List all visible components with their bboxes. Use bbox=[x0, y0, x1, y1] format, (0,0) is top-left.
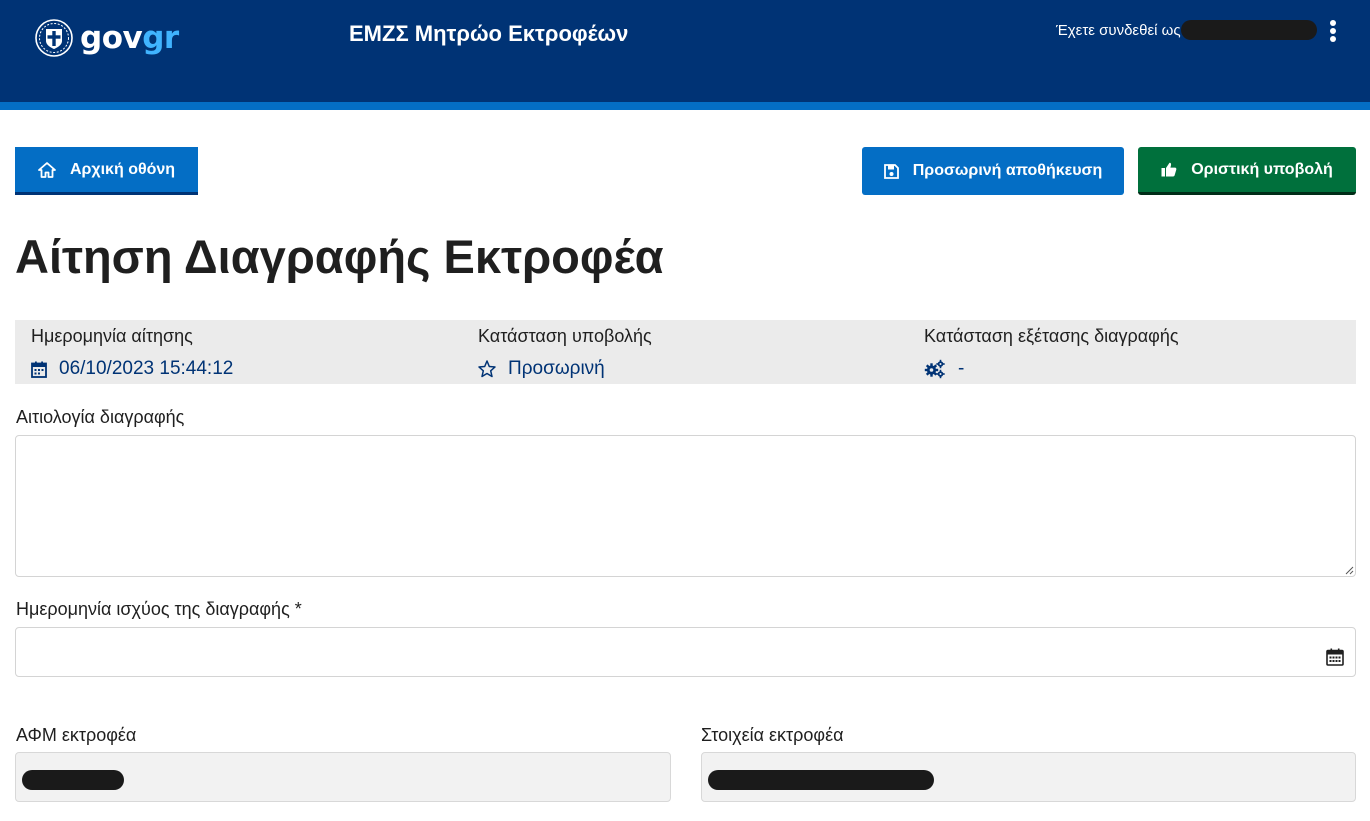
application-date-text: 06/10/2023 15:44:12 bbox=[59, 358, 234, 379]
header-stripe bbox=[0, 102, 1370, 110]
page-title: Αίτηση Διαγραφής Εκτροφέα bbox=[15, 230, 664, 283]
logged-in-user: Έχετε συνδεθεί ως bbox=[1056, 20, 1317, 40]
deletion-review-status-label: Κατάσταση εξέτασης διαγραφής bbox=[924, 326, 1179, 346]
star-outline-icon bbox=[478, 360, 496, 378]
calendar-icon bbox=[31, 361, 47, 378]
breeder-details-label: Στοιχεία εκτροφέα bbox=[701, 725, 844, 745]
thumbs-up-icon bbox=[1161, 162, 1177, 177]
deletion-reason-textarea[interactable] bbox=[15, 435, 1356, 577]
home-icon bbox=[38, 161, 56, 178]
gears-icon bbox=[924, 359, 946, 379]
submission-status-label: Κατάσταση υποβολής bbox=[478, 326, 652, 346]
submission-status-text: Προσωρινή bbox=[508, 358, 605, 379]
greek-emblem-icon bbox=[35, 19, 73, 57]
home-button-label: Αρχική οθόνη bbox=[69, 160, 176, 178]
calendar-picker-icon[interactable] bbox=[1326, 648, 1344, 666]
application-summary-panel: Ημερομηνία αίτησης 06/10/2023 15:44:12 Κ… bbox=[15, 320, 1356, 384]
deletion-reason-label: Αιτιολογία διαγραφής bbox=[16, 407, 185, 427]
final-submit-label: Οριστική υποβολή bbox=[1191, 160, 1333, 178]
top-header: govgr ΕΜΖΣ Μητρώο Εκτροφέων Έχετε συνδεθ… bbox=[0, 0, 1370, 102]
kebab-menu-icon[interactable] bbox=[1329, 20, 1337, 42]
effective-date-label: Ημερομηνία ισχύος της διαγραφής * bbox=[16, 599, 302, 619]
submission-status-value: Προσωρινή bbox=[478, 359, 605, 379]
breeder-afm-field bbox=[15, 752, 671, 802]
breeder-details-field bbox=[701, 752, 1356, 802]
effective-date-input[interactable] bbox=[15, 627, 1356, 677]
application-date-value: 06/10/2023 15:44:12 bbox=[31, 359, 233, 379]
breeder-afm-label: ΑΦΜ εκτροφέα bbox=[16, 725, 137, 745]
deletion-review-status-value: - bbox=[924, 359, 964, 379]
temporary-save-label: Προσωρινή αποθήκευση bbox=[912, 162, 1103, 179]
home-button[interactable]: Αρχική οθόνη bbox=[15, 147, 198, 195]
govgr-logo[interactable]: govgr bbox=[34, 18, 179, 58]
resize-handle-icon[interactable] bbox=[1344, 565, 1354, 575]
deletion-review-status-text: - bbox=[958, 358, 965, 379]
redacted-username bbox=[1180, 20, 1317, 40]
final-submit-button[interactable]: Οριστική υποβολή bbox=[1138, 147, 1356, 195]
app-title: ΕΜΖΣ Μητρώο Εκτροφέων bbox=[349, 21, 629, 46]
govgr-wordmark: govgr bbox=[80, 20, 179, 56]
application-date-label: Ημερομηνία αίτησης bbox=[31, 326, 193, 346]
temporary-save-button[interactable]: Προσωρινή αποθήκευση bbox=[862, 147, 1124, 195]
floppy-disk-icon bbox=[883, 163, 899, 179]
redacted-afm bbox=[22, 770, 124, 790]
redacted-breeder-details bbox=[708, 770, 934, 790]
logged-in-label: Έχετε συνδεθεί ως bbox=[1056, 21, 1181, 39]
